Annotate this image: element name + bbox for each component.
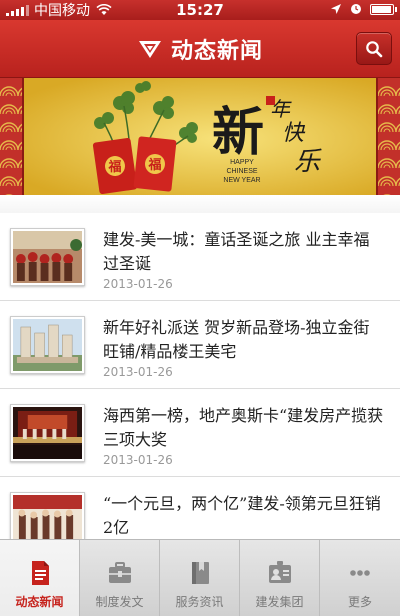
tab-label: 服务资讯: [175, 595, 224, 609]
svg-text:福: 福: [147, 157, 161, 173]
tab-bar: 动态新闻 制度发文 服务资讯 建发集团 更多: [0, 539, 400, 616]
tab-label: 更多: [347, 595, 372, 609]
location-arrow-icon: [331, 4, 341, 14]
tab-policies[interactable]: 制度发文: [80, 540, 160, 616]
news-item[interactable]: 新年好礼派送 贺岁新品登场-独立金街旺铺/精品楼王美宅 2013-01-26: [0, 301, 400, 389]
news-thumbnail: [10, 316, 85, 374]
status-bar: 中国移动 15:27: [0, 0, 400, 20]
signal-icon: [6, 4, 29, 16]
search-button[interactable]: [356, 32, 392, 65]
banner-english-3: NEW YEAR: [223, 177, 260, 184]
banner-english-1: HAPPY: [230, 159, 254, 166]
news-title: 新年好礼派送 贺岁新品登场-独立金街旺铺/精品楼王美宅: [103, 318, 370, 361]
new-year-banner[interactable]: 福 福 新 年 快 乐 HAPPY CHINESE NEW YEAR: [0, 78, 400, 200]
news-date: 2013-01-26: [103, 277, 173, 291]
news-thumbnail: [10, 228, 85, 286]
diamond-logo-icon: [138, 40, 161, 58]
id-card-icon: [268, 561, 291, 583]
tab-group[interactable]: 建发集团: [240, 540, 320, 616]
news-title: “一个元旦，两个亿”建发-领第元旦狂销2亿: [103, 494, 381, 537]
wifi-icon: [96, 4, 112, 15]
news-thumbnail: [10, 492, 85, 539]
news-title: 建发-美一城：童话圣诞之旅 业主幸福过圣诞: [103, 230, 370, 273]
more-icon: [350, 570, 370, 576]
banner-artwork: 福 福 新 年 快 乐 HAPPY CHINESE NEW YEAR: [0, 78, 400, 200]
search-icon: [366, 40, 383, 57]
tab-label: 制度发文: [95, 595, 144, 609]
briefcase-icon: [108, 562, 131, 583]
news-date: 2013-01-26: [103, 453, 173, 467]
app-header: 动态新闻: [0, 20, 400, 78]
tab-more[interactable]: 更多: [320, 540, 400, 616]
book-icon: [191, 562, 209, 584]
banner-char-4: 乐: [294, 147, 322, 177]
banner-char-1: 新: [212, 102, 264, 163]
news-date: 2013-01-26: [103, 365, 173, 379]
page-title: 动态新闻: [170, 38, 263, 64]
news-title: 海西第一榜，地产奥斯卡“建发房产揽获三项大奖: [103, 406, 384, 449]
document-icon: [31, 561, 49, 585]
banner-english-2: CHINESE: [226, 168, 257, 175]
tab-label: 动态新闻: [15, 595, 64, 609]
banner-char-3: 快: [282, 121, 306, 146]
battery-icon: [370, 3, 397, 15]
news-item[interactable]: 海西第一榜，地产奥斯卡“建发房产揽获三项大奖 2013-01-26: [0, 389, 400, 477]
carrier-label: 中国移动: [34, 3, 90, 19]
news-item[interactable]: 建发-美一城：童话圣诞之旅 业主幸福过圣诞 2013-01-26: [0, 213, 400, 301]
tab-label: 建发集团: [255, 595, 304, 609]
news-item[interactable]: “一个元旦，两个亿”建发-领第元旦狂销2亿: [0, 477, 400, 539]
news-list: 建发-美一城：童话圣诞之旅 业主幸福过圣诞 2013-01-26 新年好礼派送 …: [0, 213, 400, 539]
svg-text:福: 福: [107, 159, 121, 175]
news-thumbnail: [10, 404, 85, 462]
tab-news[interactable]: 动态新闻: [0, 540, 80, 616]
alarm-clock-icon: [351, 4, 361, 14]
tab-services[interactable]: 服务资讯: [160, 540, 240, 616]
banner-bottom-strip: [0, 195, 400, 215]
